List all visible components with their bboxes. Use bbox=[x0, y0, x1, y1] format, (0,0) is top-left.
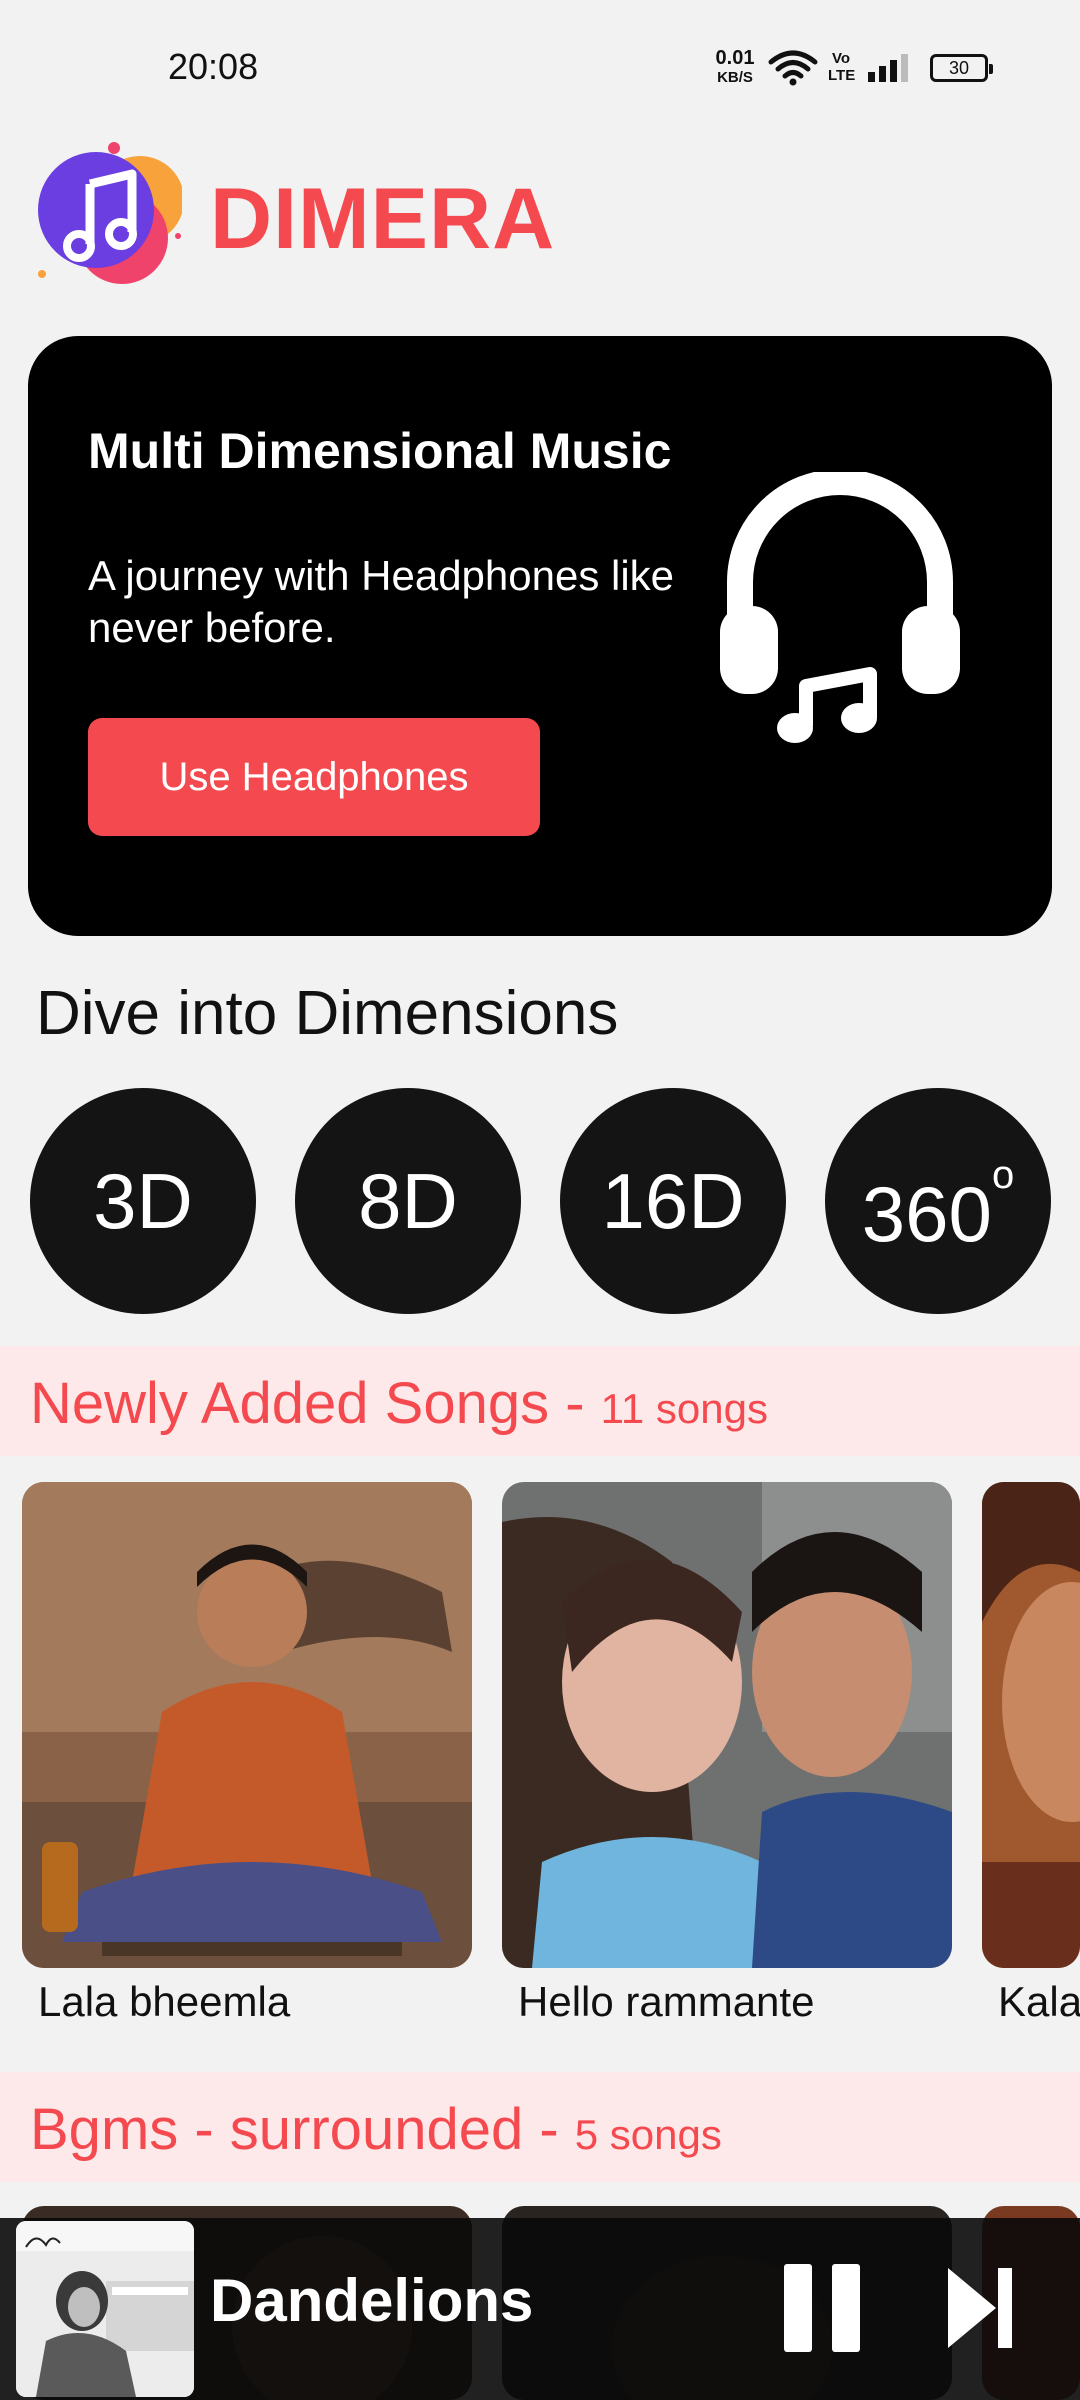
dimension-3d-button[interactable]: 3D bbox=[30, 1088, 256, 1314]
headphones-music-icon bbox=[720, 472, 960, 743]
section-count: 5 songs bbox=[574, 2111, 722, 2158]
album-art-hello-rammante bbox=[502, 1482, 952, 1968]
now-playing-title: Dandelions bbox=[210, 2267, 534, 2334]
section-title-text: Newly Added Songs - bbox=[30, 1371, 601, 1436]
net-speed-value: 0.01 bbox=[715, 47, 755, 69]
song-title: Kala bbox=[998, 1978, 1080, 2025]
net-speed: 0.01 KB/S bbox=[710, 48, 760, 88]
hero-title: Multi Dimensional Music bbox=[88, 423, 672, 479]
album-art-lala-bheemla bbox=[22, 1482, 472, 1968]
skip-next-icon[interactable] bbox=[944, 2262, 1016, 2354]
hero-subtitle: A journey with Headphones like never bef… bbox=[88, 552, 675, 651]
section-count: 11 songs bbox=[600, 1385, 768, 1432]
net-speed-unit: KB/S bbox=[717, 69, 753, 86]
dimension-360-button[interactable]: 360o bbox=[825, 1088, 1051, 1314]
song-title: Hello rammante bbox=[518, 1978, 815, 2025]
app-title: DIMERA bbox=[210, 171, 556, 267]
dimension-label: 16D bbox=[601, 1157, 745, 1245]
dimension-16d-button[interactable]: 16D bbox=[560, 1088, 786, 1314]
section-title-text: Bgms - surrounded - bbox=[30, 2097, 575, 2162]
song-card-art[interactable] bbox=[502, 1482, 952, 1968]
song-title: Lala bheemla bbox=[38, 1978, 291, 2025]
song-card-art[interactable] bbox=[982, 1482, 1080, 1968]
section-title: Newly Added Songs - 11 songs bbox=[30, 1370, 768, 1437]
use-headphones-button[interactable]: Use Headphones bbox=[88, 718, 540, 836]
battery-icon: 30 bbox=[930, 54, 993, 82]
album-art-kala bbox=[982, 1482, 1080, 1968]
signal-icon bbox=[868, 54, 908, 82]
section-title: Bgms - surrounded - 5 songs bbox=[30, 2096, 722, 2163]
section-header-newly-added: Newly Added Songs - 11 songs bbox=[0, 1346, 1080, 1456]
app-logo-icon bbox=[38, 142, 182, 284]
dimension-8d-button[interactable]: 8D bbox=[295, 1088, 521, 1314]
dimension-label: 3D bbox=[93, 1157, 193, 1245]
dimension-label: 8D bbox=[358, 1157, 458, 1245]
wifi-icon bbox=[768, 50, 818, 86]
status-bar: 20:08 0.01 KB/S Vo LTE 30 bbox=[0, 0, 1080, 130]
now-playing-art bbox=[16, 2221, 194, 2397]
status-time: 20:08 bbox=[168, 46, 259, 87]
pause-icon[interactable] bbox=[780, 2260, 864, 2356]
section-header-bgms: Bgms - surrounded - 5 songs bbox=[0, 2072, 1080, 2182]
volte-indicator: Vo LTE bbox=[828, 50, 856, 84]
song-card-art[interactable] bbox=[22, 1482, 472, 1968]
dimensions-title: Dive into Dimensions bbox=[36, 979, 619, 1048]
now-playing-bar[interactable]: Dandelions bbox=[0, 2218, 1080, 2400]
album-art-dandelions bbox=[16, 2221, 194, 2397]
dimension-label: 360 bbox=[861, 1170, 992, 1258]
degree-sign: o bbox=[991, 1153, 1015, 1197]
app-screen: 20:08 0.01 KB/S Vo LTE 30 DIMERA Multi D… bbox=[0, 0, 1080, 2400]
hero-card: Multi Dimensional Music A journey with H… bbox=[28, 336, 1052, 936]
